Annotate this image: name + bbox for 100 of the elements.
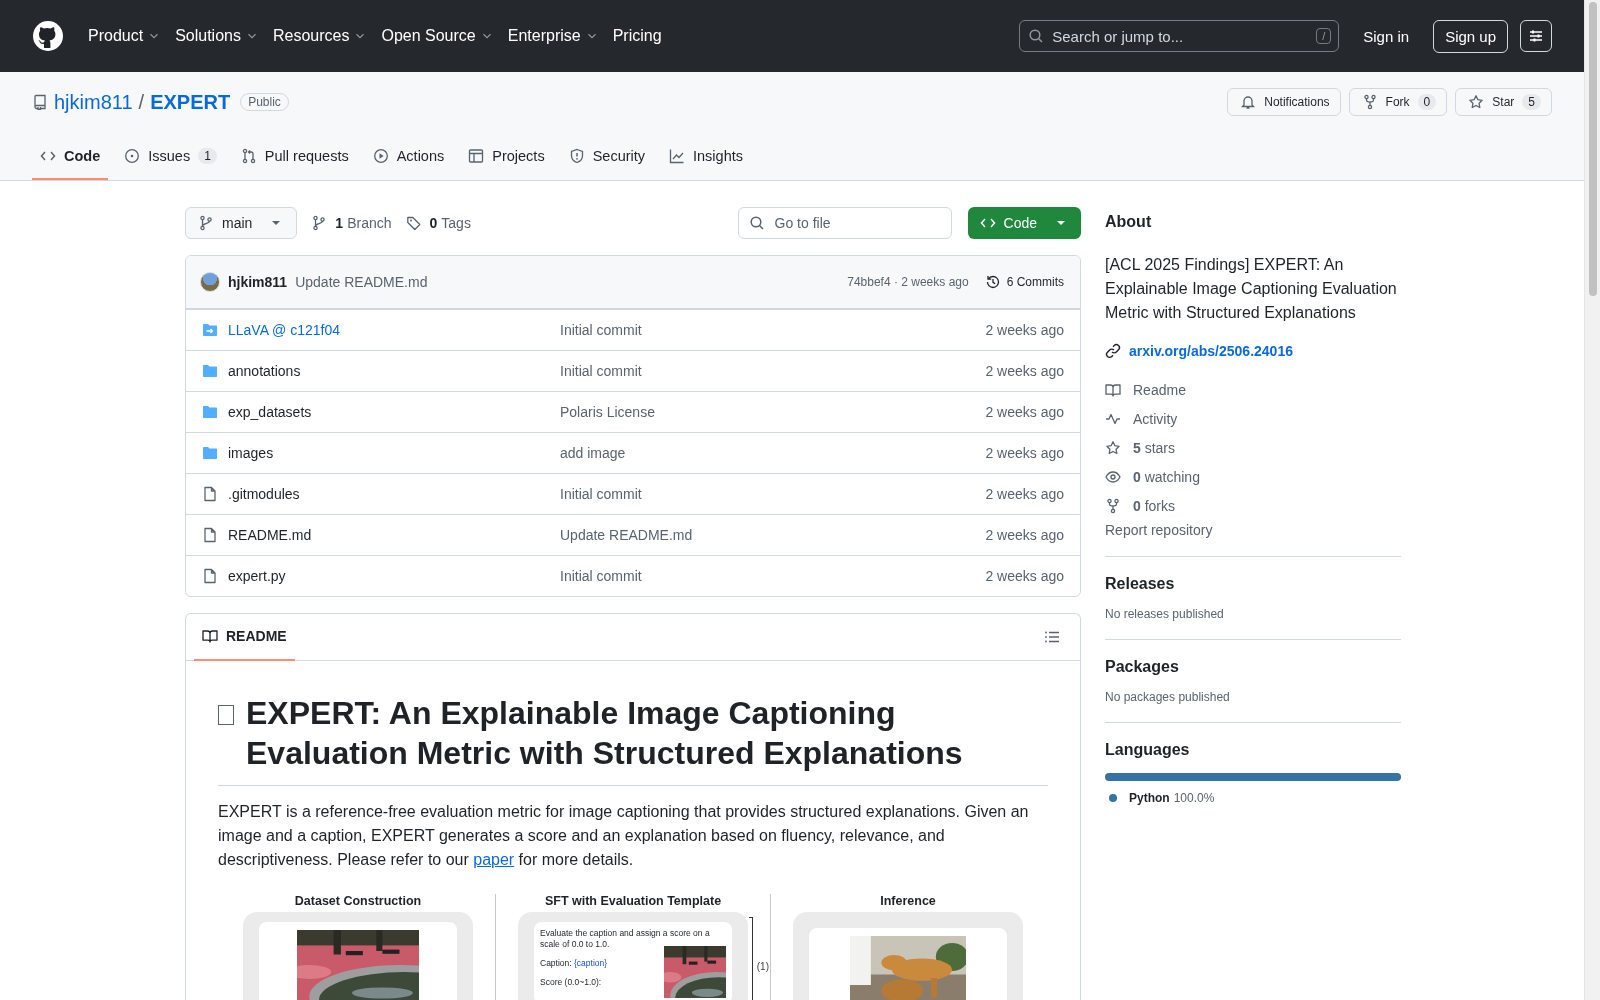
readme-paragraph: EXPERT is a reference-free evaluation metric for image captioning that provides structured explanations. Given an image and a caption, EXPERT generates a score and an explanation based on fluency, relevance, and descriptiveness. Please refer to our paper for more details.: [218, 802, 1030, 870]
file-name-link[interactable]: annotations: [228, 363, 560, 379]
paper-link[interactable]: paper: [473, 851, 515, 868]
fork-icon: [1105, 497, 1121, 514]
score-label: Score (0.0~1.0):: [540, 977, 603, 988]
commit-message-link[interactable]: add image: [560, 445, 986, 461]
counter: 0: [1417, 94, 1437, 110]
commit-message-link[interactable]: Initial commit: [560, 486, 986, 502]
folder-icon: [202, 445, 218, 461]
website-link[interactable]: arxiv.org/abs/2506.24016: [1105, 343, 1401, 359]
commit-message-link[interactable]: Polaris License: [560, 404, 986, 420]
commit-message-link[interactable]: Initial commit: [560, 363, 986, 379]
avatar: [200, 272, 220, 292]
branch-icon: [311, 215, 328, 231]
section-heading: Releases: [1105, 575, 1176, 593]
commits-link[interactable]: 6 Commits: [984, 274, 1064, 290]
commit-time: 2 weeks ago: [985, 568, 1064, 584]
step-label: (1): [756, 961, 769, 972]
figure-panel-title: Dataset Construction: [293, 894, 423, 908]
instruction-text: Evaluate the caption and assign a score on a scale of 0.0 to 1.0.: [540, 928, 711, 950]
missing-glyph-icon: [218, 705, 234, 725]
nav-menu-item[interactable]: Product: [80, 19, 170, 53]
commit-meta: 74bbef4 · 2 weeks ago: [847, 275, 969, 289]
sidebar-link[interactable]: Readme: [1105, 375, 1401, 404]
nav-menu-item[interactable]: Open Source: [373, 19, 502, 53]
branch-selector[interactable]: main: [185, 207, 298, 239]
repository-name-link[interactable]: EXPERT: [150, 90, 231, 114]
file-name-link[interactable]: exp_datasets: [228, 404, 560, 420]
star-icon: [1468, 94, 1485, 110]
repository-tab[interactable]: Pull requests: [232, 140, 357, 180]
file-name-link[interactable]: README.md: [228, 527, 560, 543]
commit-message[interactable]: Update README.md: [295, 274, 428, 290]
sidebar-link[interactable]: 0 forks: [1105, 491, 1401, 520]
file-icon: [202, 486, 218, 502]
sliders-icon: [1528, 28, 1544, 44]
nav-menu-item[interactable]: Enterprise: [499, 19, 607, 53]
commit-time: 2 weeks ago: [985, 363, 1064, 379]
nav-menu-item[interactable]: Solutions: [167, 19, 267, 53]
submodule-folder-icon: [202, 322, 218, 338]
repository-icon: [32, 94, 48, 110]
link-icon: [1105, 343, 1121, 359]
commit-message-link[interactable]: Initial commit: [560, 568, 986, 584]
star-button[interactable]: Star 5: [1455, 88, 1552, 116]
repository-tab[interactable]: Issues 1: [116, 140, 225, 180]
report-link[interactable]: Report repository: [1105, 522, 1401, 538]
languages-heading: Languages: [1105, 741, 1191, 759]
pull-request-icon: [240, 148, 257, 164]
readme-title: EXPERT: An Explainable Image Captioning Evaluation Metric with Structured Explanations: [246, 694, 964, 773]
graph-icon: [669, 148, 686, 164]
go-to-file-field[interactable]: Go to file: [737, 207, 952, 239]
sidebar-link[interactable]: Activity: [1105, 404, 1401, 433]
counter: 5: [1522, 94, 1541, 110]
folder-icon: [202, 404, 218, 420]
file-name-link[interactable]: expert.py: [228, 568, 560, 584]
branches-link[interactable]: 1 Branch: [311, 215, 392, 231]
sign-in-link[interactable]: Sign in: [1355, 21, 1418, 51]
repository-tab[interactable]: Actions: [364, 140, 453, 180]
figure-panel-title: SFT with Evaluation Template: [543, 894, 723, 908]
commit-author[interactable]: hjkim811: [228, 274, 288, 290]
fork-icon: [1361, 94, 1378, 110]
file-name-link[interactable]: LLaVA @ c121f04: [228, 322, 560, 338]
repository-tab[interactable]: Projects: [460, 140, 553, 180]
github-logo[interactable]: [32, 20, 64, 52]
path-separator: /: [138, 90, 145, 114]
commit-message-link[interactable]: Update README.md: [560, 527, 986, 543]
figure-panel-title: Inference: [879, 894, 937, 908]
tags-link[interactable]: 0 Tags: [405, 215, 471, 231]
about-heading: About: [1105, 213, 1153, 231]
caption-line: Caption: {caption}: [540, 958, 609, 969]
nav-menu-item[interactable]: Resources: [264, 19, 376, 53]
repository-description: [ACL 2025 Findings] EXPERT: An Explainable Image Captioning Evaluation Metric with Structured Explanations: [1105, 255, 1398, 323]
repository-tab[interactable]: Insights: [661, 140, 751, 180]
scrollbar[interactable]: [1584, 0, 1600, 1000]
repository-tab[interactable]: Code: [32, 140, 109, 180]
counter: 1: [198, 148, 217, 164]
owner-link[interactable]: hjkim811: [54, 90, 133, 114]
history-icon: [984, 274, 1001, 290]
readme-tab[interactable]: README: [194, 613, 295, 661]
sidebar-link[interactable]: 0 watching: [1105, 462, 1401, 491]
nav-menu-item[interactable]: Pricing: [604, 19, 670, 53]
file-name-link[interactable]: images: [228, 445, 560, 461]
language-percent: 100.0%: [1173, 791, 1215, 805]
file-name-link[interactable]: .gitmodules: [228, 486, 560, 502]
commit-time: 2 weeks ago: [985, 404, 1064, 420]
sidebar-link[interactable]: 5 stars: [1105, 433, 1401, 462]
play-icon: [372, 148, 389, 164]
file-icon: [202, 527, 218, 543]
language-name: Python: [1129, 791, 1170, 805]
code-button[interactable]: Code: [967, 207, 1081, 239]
search-icon: [1028, 28, 1045, 44]
fork-button[interactable]: Fork 0: [1348, 88, 1448, 116]
bell-button[interactable]: Notifications: [1227, 88, 1341, 116]
bell-icon: [1240, 94, 1257, 110]
list-icon: [1044, 629, 1060, 645]
eye-icon: [1105, 468, 1121, 485]
commit-message-link[interactable]: Initial commit: [560, 322, 986, 338]
menu-button[interactable]: [1520, 20, 1552, 52]
commit-time: 2 weeks ago: [985, 445, 1064, 461]
repository-tab[interactable]: Security: [560, 140, 654, 180]
sign-up-button[interactable]: Sign up: [1433, 19, 1508, 53]
